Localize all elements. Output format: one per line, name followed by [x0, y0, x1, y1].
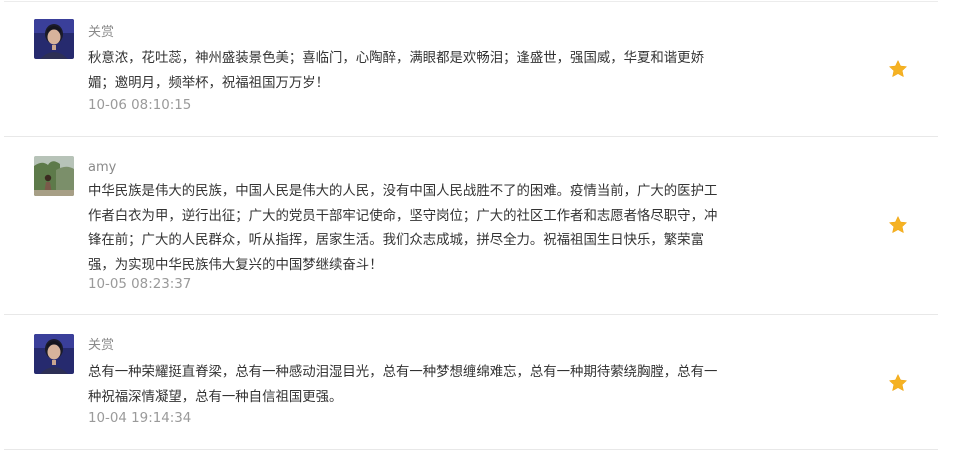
comment-time: 10-05 08:23:37: [88, 277, 192, 292]
comment-username: 关赏: [88, 338, 115, 353]
user-avatar[interactable]: [34, 334, 74, 374]
comment-text: 总有一种荣耀挺直脊梁，总有一种感动泪湿目光，总有一种梦想缠绵难忘，总有一种期待萦…: [88, 365, 718, 405]
user-avatar[interactable]: [34, 19, 74, 59]
star-icon[interactable]: [888, 59, 908, 79]
comment-time: 10-06 08:10:15: [88, 98, 192, 113]
user-avatar[interactable]: [34, 156, 74, 196]
comment-item: amy 中华民族是伟大的民族，中国人民是伟大的人民，没有中国人民战胜不了的困难。…: [4, 137, 938, 315]
comment-text: 秋意浓，花吐蕊，神州盛装景色美；喜临门，心陶醉，满眼都是欢畅泪；逢盛世，强国威，…: [88, 51, 704, 91]
comment-text: 中华民族是伟大的民族，中国人民是伟大的人民，没有中国人民战胜不了的困难。疫情当前…: [88, 184, 718, 273]
star-icon[interactable]: [888, 215, 908, 235]
star-icon[interactable]: [888, 373, 908, 393]
comment-item: 关赏 总有一种荣耀挺直脊梁，总有一种感动泪湿目光，总有一种梦想缠绵难忘，总有一种…: [4, 315, 938, 450]
comment-username: amy: [88, 160, 117, 175]
comment-time: 10-04 19:14:34: [88, 411, 192, 426]
comment-item: 关赏 秋意浓，花吐蕊，神州盛装景色美；喜临门，心陶醉，满眼都是欢畅泪；逢盛世，强…: [4, 2, 938, 137]
comment-username: 关赏: [88, 25, 115, 40]
